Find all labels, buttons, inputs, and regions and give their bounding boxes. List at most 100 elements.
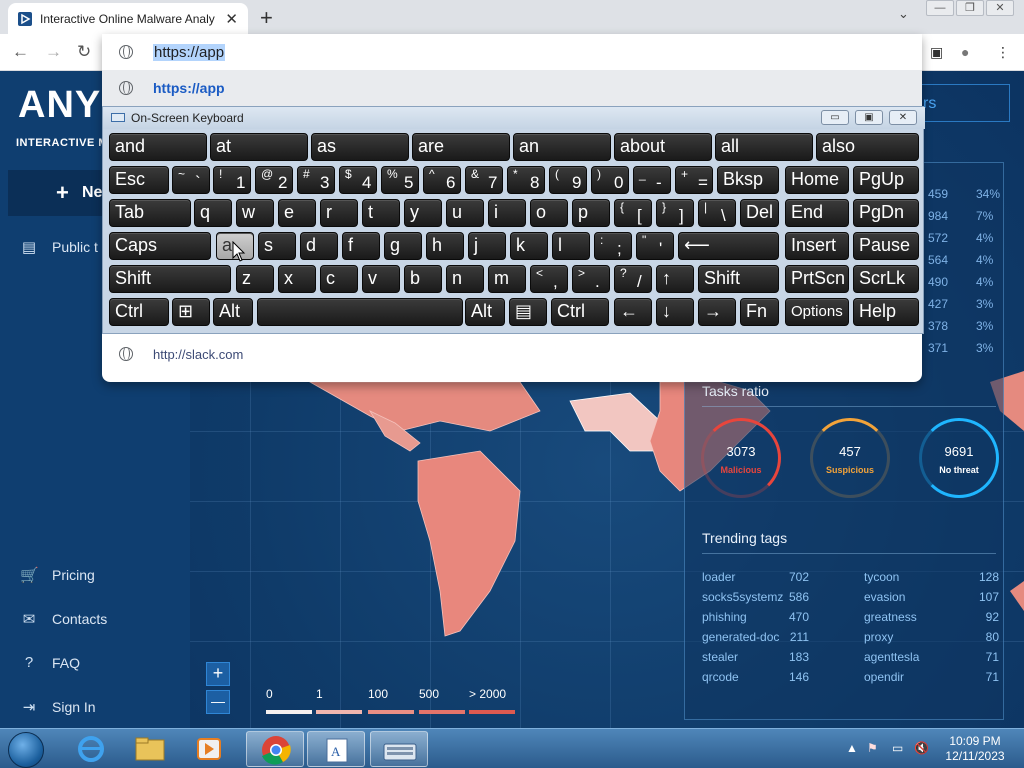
osk-caps-key[interactable]: Caps bbox=[109, 232, 211, 260]
osk-key-quote[interactable]: " ' bbox=[636, 232, 674, 260]
omnibox[interactable]: https://app bbox=[102, 34, 922, 70]
osk-taskbar-icon[interactable] bbox=[370, 731, 428, 767]
osk-close-button[interactable]: ✕ bbox=[889, 110, 917, 125]
tag-link[interactable]: tycoon bbox=[864, 570, 899, 584]
minimize-button[interactable]: — bbox=[926, 0, 954, 16]
osk-prtscn-key[interactable]: PrtScn bbox=[785, 265, 849, 293]
osk-insert-key[interactable]: Insert bbox=[785, 232, 849, 260]
osk-tab-key[interactable]: Tab bbox=[109, 199, 191, 227]
new-tab-button[interactable]: + bbox=[260, 5, 273, 31]
osk-home-key[interactable]: Home bbox=[785, 166, 849, 194]
osk-backspace-key[interactable]: Bksp bbox=[717, 166, 779, 194]
osk-key-4[interactable]: $4 bbox=[339, 166, 377, 194]
osk-word-key[interactable]: and bbox=[109, 133, 207, 161]
osk-word-key[interactable]: as bbox=[311, 133, 409, 161]
network-icon[interactable]: ▭ bbox=[892, 741, 903, 755]
osk-key-backtick[interactable]: ~ ` bbox=[172, 166, 210, 194]
osk-key-s[interactable]: s bbox=[258, 232, 296, 260]
osk-help-key[interactable]: Help bbox=[853, 298, 919, 326]
osk-key-backslash[interactable]: | \ bbox=[698, 199, 736, 227]
osk-alt-key[interactable]: Alt bbox=[213, 298, 253, 326]
osk-word-key[interactable]: all bbox=[715, 133, 813, 161]
osk-key-n[interactable]: n bbox=[446, 265, 484, 293]
osk-key-t[interactable]: t bbox=[362, 199, 400, 227]
wordpad-taskbar-icon[interactable]: A bbox=[307, 731, 365, 767]
osk-fn-key[interactable]: Fn bbox=[740, 298, 779, 326]
osk-key-6[interactable]: ^ 6 bbox=[423, 166, 461, 194]
omnibox-input[interactable]: https://app bbox=[153, 43, 226, 61]
osk-key-g[interactable]: g bbox=[384, 232, 422, 260]
tag-link[interactable]: opendir bbox=[864, 670, 904, 684]
osk-key-m[interactable]: m bbox=[488, 265, 526, 293]
osk-key-b[interactable]: b bbox=[404, 265, 442, 293]
tag-link[interactable]: loader bbox=[702, 570, 735, 584]
zoom-out-button[interactable]: — bbox=[206, 690, 230, 714]
osk-options-key[interactable]: Options bbox=[785, 298, 849, 326]
osk-word-key[interactable]: also bbox=[816, 133, 919, 161]
back-button[interactable]: ← bbox=[12, 42, 29, 62]
osk-word-key[interactable]: at bbox=[210, 133, 308, 161]
osk-key-minus[interactable]: _ - bbox=[633, 166, 671, 194]
osk-key-rbracket[interactable]: }] bbox=[656, 199, 694, 227]
osk-key-w[interactable]: w bbox=[236, 199, 274, 227]
osk-ctrl-key[interactable]: Ctrl bbox=[109, 298, 169, 326]
omnibox-suggestion[interactable]: http://slack.com bbox=[102, 336, 922, 372]
osk-key-period[interactable]: >. bbox=[572, 265, 610, 293]
app-logo[interactable]: ANY bbox=[18, 84, 101, 127]
osk-key-e[interactable]: e bbox=[278, 199, 316, 227]
osk-del-key[interactable]: Del bbox=[740, 199, 779, 227]
osk-enter-key[interactable]: ⟵ bbox=[678, 232, 779, 260]
osk-scrlk-key[interactable]: ScrLk bbox=[853, 265, 919, 293]
omnibox-suggestion[interactable]: https://app bbox=[102, 70, 922, 106]
osk-key-1[interactable]: ! 1 bbox=[213, 166, 251, 194]
chrome-taskbar-icon[interactable] bbox=[246, 731, 304, 767]
tag-link[interactable]: agenttesla bbox=[864, 650, 919, 664]
maximize-button[interactable]: ❐ bbox=[956, 0, 984, 16]
osk-menu-key[interactable]: ▤ bbox=[509, 298, 547, 326]
ie-taskbar-icon[interactable] bbox=[62, 731, 120, 767]
osk-titlebar[interactable]: On-Screen Keyboard bbox=[103, 107, 925, 129]
start-button[interactable] bbox=[8, 732, 44, 768]
tag-link[interactable]: qrcode bbox=[702, 670, 739, 684]
osk-key-comma[interactable]: <, bbox=[530, 265, 568, 293]
osk-key-8[interactable]: * 8 bbox=[507, 166, 545, 194]
forward-button[interactable]: → bbox=[45, 42, 62, 62]
osk-down-key[interactable]: ↓ bbox=[656, 298, 694, 326]
osk-key-h[interactable]: h bbox=[426, 232, 464, 260]
osk-key-u[interactable]: u bbox=[446, 199, 484, 227]
sidepanel-icon[interactable]: ▣ bbox=[930, 44, 943, 61]
osk-key-x[interactable]: x bbox=[278, 265, 316, 293]
sidebar-item-faq[interactable]: ? FAQ bbox=[20, 654, 80, 672]
sidebar-item-signin[interactable]: ⇥ Sign In bbox=[20, 698, 96, 716]
osk-key-5[interactable]: % 5 bbox=[381, 166, 419, 194]
tag-link[interactable]: evasion bbox=[864, 590, 905, 604]
tray-expand-icon[interactable]: ▲ bbox=[846, 741, 858, 755]
tab-close-icon[interactable]: ✕ bbox=[225, 10, 238, 28]
osk-alt-right-key[interactable]: Alt bbox=[465, 298, 505, 326]
osk-key-j[interactable]: j bbox=[468, 232, 506, 260]
osk-windows-key[interactable]: ⊞ bbox=[172, 298, 210, 326]
osk-shift-key[interactable]: Shift bbox=[109, 265, 231, 293]
osk-left-key[interactable]: ← bbox=[614, 298, 652, 326]
osk-shift-right-key[interactable]: Shift bbox=[698, 265, 779, 293]
osk-key-o[interactable]: o bbox=[530, 199, 568, 227]
osk-key-slash[interactable]: ? / bbox=[614, 265, 652, 293]
osk-key-q[interactable]: q bbox=[194, 199, 232, 227]
osk-key-z[interactable]: z bbox=[236, 265, 274, 293]
osk-space-key[interactable] bbox=[257, 298, 463, 326]
media-player-taskbar-icon[interactable] bbox=[180, 731, 238, 767]
osk-key-equals[interactable]: + = bbox=[675, 166, 713, 194]
osk-key-i[interactable]: i bbox=[488, 199, 526, 227]
explorer-taskbar-icon[interactable] bbox=[121, 731, 179, 767]
osk-key-v[interactable]: v bbox=[362, 265, 400, 293]
tab-search-icon[interactable]: ⌄ bbox=[898, 6, 909, 22]
sidebar-item-contacts[interactable]: ✉ Contacts bbox=[20, 610, 108, 628]
tag-link[interactable]: generated-doc bbox=[702, 630, 779, 644]
sidebar-item-public-tasks[interactable]: ▤ Public t bbox=[20, 238, 98, 256]
osk-key-k[interactable]: k bbox=[510, 232, 548, 260]
tag-link[interactable]: greatness bbox=[864, 610, 917, 624]
osk-word-key[interactable]: an bbox=[513, 133, 611, 161]
sidebar-item-pricing[interactable]: 🛒 Pricing bbox=[20, 566, 95, 584]
osk-key-0[interactable]: ) 0 bbox=[591, 166, 629, 194]
osk-end-key[interactable]: End bbox=[785, 199, 849, 227]
